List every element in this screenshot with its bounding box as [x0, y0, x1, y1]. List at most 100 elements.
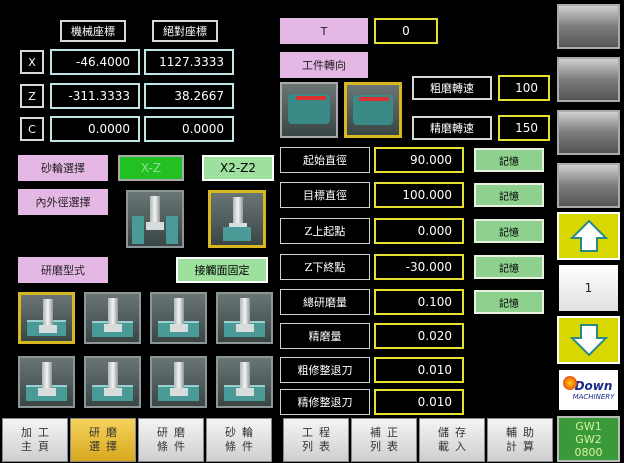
side-function-button-1[interactable] [557, 4, 620, 49]
t-value-input[interactable]: 0 [374, 18, 438, 44]
machine-x-value: -46.4000 [50, 49, 140, 75]
tab-label-line2: 選擇 [89, 440, 123, 453]
tab-wheel-conditions[interactable]: 砂輪 條件 [206, 418, 272, 462]
param-fine-dress-retract-label: 精修整退刀 [280, 389, 370, 415]
grind-type-7-button[interactable] [150, 356, 207, 408]
axis-z-label: Z [20, 84, 44, 108]
tab-label-line2: 主頁 [21, 440, 55, 453]
grind-type-3-button[interactable] [150, 292, 207, 344]
param-target-diameter-label: 目標直徑 [280, 182, 370, 208]
param-target-diameter-memo-button[interactable]: 記憶 [474, 183, 544, 207]
param-z-lower-end-input[interactable]: -30.000 [374, 254, 464, 280]
param-total-grind-label: 總研磨量 [280, 289, 370, 315]
tab-aux-calc[interactable]: 輔助 計算 [487, 418, 553, 462]
inner-diameter-button[interactable] [126, 190, 184, 248]
gw-status-button[interactable]: GW1 GW2 0800 [557, 416, 620, 462]
tab-save-load[interactable]: 儲存 載入 [419, 418, 485, 462]
param-rough-dress-retract-input[interactable]: 0.010 [374, 357, 464, 383]
grind-type-8-button[interactable] [216, 356, 273, 408]
machine-coords-header: 機械座標 [60, 20, 126, 42]
rough-speed-input[interactable]: 100 [498, 75, 550, 101]
side-function-button-2[interactable] [557, 57, 620, 102]
param-fine-dress-retract-input[interactable]: 0.010 [374, 389, 464, 415]
axis-c-label: C [20, 117, 44, 141]
tab-label-line1: 加工 [21, 426, 55, 439]
t-label: T [280, 18, 368, 44]
gw-line1: GW1 [575, 419, 602, 433]
tab-label-line1: 儲存 [438, 426, 472, 439]
arrow-up-icon [569, 219, 608, 252]
rotate-ccw-button[interactable] [344, 82, 402, 138]
machine-c-value: 0.0000 [50, 116, 140, 142]
axis-x-label: X [20, 50, 44, 74]
param-total-grind-memo-button[interactable]: 記憶 [474, 290, 544, 314]
param-rough-dress-retract-label: 粗修整退刀 [280, 357, 370, 383]
tab-process-list[interactable]: 工程 列表 [283, 418, 349, 462]
tab-label-line2: 載入 [438, 440, 472, 453]
diameter-select-label: 內外徑選擇 [18, 189, 108, 215]
tab-offset-list[interactable]: 補正 列表 [351, 418, 417, 462]
fine-speed-input[interactable]: 150 [498, 115, 550, 141]
outer-diameter-button[interactable] [208, 190, 266, 248]
grind-type-6-button[interactable] [84, 356, 141, 408]
logo-subtext: MACHINERY [572, 393, 615, 401]
grind-type-1-button[interactable] [18, 292, 75, 344]
rotate-cw-button[interactable] [280, 82, 338, 138]
workpiece-direction-label: 工件轉向 [280, 52, 368, 78]
param-start-diameter-memo-button[interactable]: 記憶 [474, 148, 544, 172]
param-z-upper-start-label: Z上起點 [280, 218, 370, 244]
tab-label-line1: 補正 [370, 426, 404, 439]
page-up-button[interactable] [557, 212, 620, 260]
tab-label-line2: 計算 [506, 440, 540, 453]
param-start-diameter-input[interactable]: 90.000 [374, 147, 464, 173]
tab-label-line1: 工程 [302, 426, 336, 439]
absolute-z-value: 38.2667 [144, 83, 234, 109]
down-machinery-logo: Down MACHINERY [559, 370, 618, 410]
param-target-diameter-input[interactable]: 100.000 [374, 182, 464, 208]
rotate-left-arrow-icon [359, 97, 389, 101]
side-function-button-4[interactable] [557, 163, 620, 208]
param-fine-grind-input[interactable]: 0.020 [374, 323, 464, 349]
absolute-coords-header: 絕對座標 [152, 20, 218, 42]
rotate-right-arrow-icon [296, 96, 326, 100]
contact-face-fixed-button[interactable]: 接觸面固定 [176, 257, 268, 283]
tab-label-line1: 輔助 [506, 426, 540, 439]
param-z-upper-start-memo-button[interactable]: 記憶 [474, 219, 544, 243]
arrow-down-icon [569, 324, 608, 357]
tab-label-line2: 條件 [157, 440, 191, 453]
machine-z-value: -311.3333 [50, 83, 140, 109]
param-fine-grind-label: 精磨量 [280, 323, 370, 349]
param-start-diameter-label: 起始直徑 [280, 147, 370, 173]
grind-type-label: 研磨型式 [18, 257, 108, 283]
rough-speed-label: 粗磨轉速 [412, 76, 492, 100]
logo-star-icon [563, 376, 577, 390]
tab-label-line2: 列表 [370, 440, 404, 453]
side-function-button-3[interactable] [557, 110, 620, 155]
param-z-lower-end-memo-button[interactable]: 記憶 [474, 255, 544, 279]
main-panel: 機械座標 絕對座標 X -46.4000 1127.3333 Z -311.33… [0, 0, 553, 415]
tab-grind-conditions[interactable]: 研磨 條件 [138, 418, 204, 462]
absolute-x-value: 1127.3333 [144, 49, 234, 75]
grind-type-2-button[interactable] [84, 292, 141, 344]
wheel-xz-button[interactable]: X-Z [118, 155, 184, 181]
tab-label-line1: 研磨 [89, 426, 123, 439]
fine-speed-label: 精磨轉速 [412, 116, 492, 140]
param-z-lower-end-label: Z下終點 [280, 254, 370, 280]
grind-type-4-button[interactable] [216, 292, 273, 344]
tab-grind-select[interactable]: 研磨 選擇 [70, 418, 136, 462]
wheel-x2z2-button[interactable]: X2-Z2 [202, 155, 274, 181]
tab-label-line2: 條件 [225, 440, 259, 453]
tab-label-line1: 研磨 [157, 426, 191, 439]
param-z-upper-start-input[interactable]: 0.000 [374, 218, 464, 244]
gw-line2: GW2 [575, 432, 602, 446]
tab-machining-home[interactable]: 加工 主頁 [2, 418, 68, 462]
tab-label-line1: 砂輪 [225, 426, 259, 439]
tab-label-line2: 列表 [302, 440, 336, 453]
param-total-grind-input[interactable]: 0.100 [374, 289, 464, 315]
page-down-button[interactable] [557, 316, 620, 364]
page-number: 1 [559, 265, 618, 311]
absolute-c-value: 0.0000 [144, 116, 234, 142]
gw-line3: 0800 [574, 445, 603, 459]
wheel-select-label: 砂輪選擇 [18, 155, 108, 181]
grind-type-5-button[interactable] [18, 356, 75, 408]
